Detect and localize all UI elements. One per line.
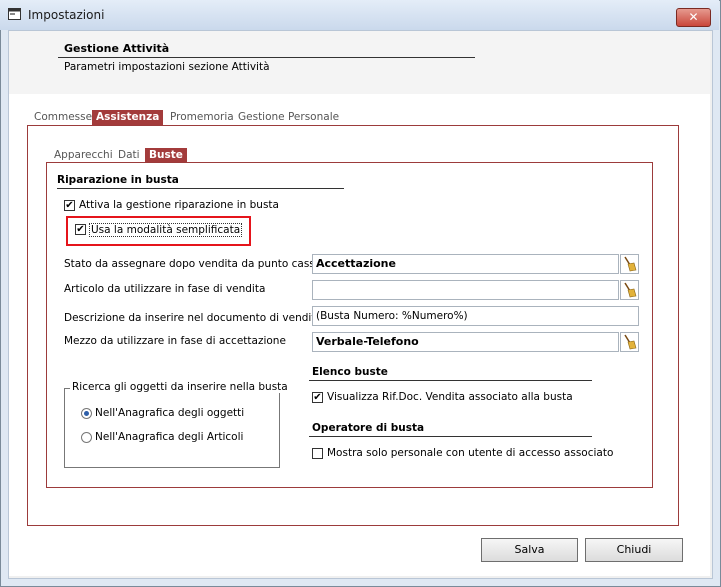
radio-anagrafica-articoli-label: Nell'Anagrafica degli Articoli [95, 431, 244, 443]
header-divider [58, 57, 475, 58]
descrizione-label: Descrizione da inserire nel documento di… [64, 312, 322, 324]
title-bar [0, 0, 719, 30]
stato-clear-button[interactable] [620, 254, 639, 274]
articolo-label: Articolo da utilizzare in fase di vendit… [64, 283, 266, 295]
tab-commesse[interactable]: Commesse [30, 110, 96, 126]
articolo-clear-button[interactable] [620, 280, 639, 300]
articolo-field[interactable] [312, 280, 619, 300]
operatore-title: Operatore di busta [312, 422, 425, 434]
elenco-buste-divider [309, 380, 592, 381]
stato-field[interactable]: Accettazione [312, 254, 619, 274]
tab-dati[interactable]: Dati [114, 148, 144, 163]
attiva-label: Attiva la gestione riparazione in busta [79, 199, 279, 211]
ricerca-legend: Ricerca gli oggetti da inserire nella bu… [70, 381, 290, 393]
broom-icon [624, 334, 637, 350]
mezzo-label: Mezzo da utilizzare in fase di accettazi… [64, 335, 286, 347]
visualizza-label: Visualizza Rif.Doc. Vendita associato al… [327, 391, 573, 403]
tab-buste[interactable]: Buste [145, 148, 187, 163]
riparazione-divider [57, 188, 344, 189]
mostra-checkbox[interactable] [312, 448, 323, 459]
tab-promemoria[interactable]: Promemoria [166, 110, 238, 126]
save-button[interactable]: Salva [481, 538, 578, 562]
visualizza-checkbox[interactable]: ✔ [312, 392, 323, 403]
radio-anagrafica-oggetti[interactable] [81, 408, 92, 419]
close-button[interactable]: ✕ [676, 8, 711, 27]
window-title: Impostazioni [28, 8, 105, 22]
header-subtitle: Parametri impostazioni sezione Attività [64, 61, 270, 73]
mostra-label: Mostra solo personale con utente di acce… [327, 447, 614, 459]
broom-icon [624, 282, 637, 298]
semplificata-checkbox[interactable]: ✔ [75, 224, 86, 235]
header-title: Gestione Attività [64, 42, 170, 55]
ricerca-groupbox [64, 388, 280, 468]
window-icon [8, 8, 21, 20]
stato-label: Stato da assegnare dopo vendita da punto… [64, 258, 322, 270]
attiva-checkbox[interactable]: ✔ [64, 200, 75, 211]
close-dialog-button[interactable]: Chiudi [585, 538, 683, 562]
tab-apparecchi[interactable]: Apparecchi [50, 148, 117, 163]
radio-anagrafica-oggetti-label: Nell'Anagrafica degli oggetti [95, 407, 245, 419]
semplificata-label: Usa la modalità semplificata [89, 223, 243, 237]
mezzo-clear-button[interactable] [620, 332, 639, 352]
elenco-buste-title: Elenco buste [312, 366, 388, 378]
descrizione-field[interactable]: (Busta Numero: %Numero%) [312, 306, 639, 326]
broom-icon [624, 256, 637, 272]
tab-gestione-personale[interactable]: Gestione Personale [234, 110, 343, 126]
operatore-divider [309, 436, 592, 437]
tab-assistenza[interactable]: Assistenza [92, 110, 164, 126]
radio-anagrafica-articoli[interactable] [81, 432, 92, 443]
mezzo-field[interactable]: Verbale-Telefono [312, 332, 619, 352]
riparazione-title: Riparazione in busta [57, 174, 179, 186]
